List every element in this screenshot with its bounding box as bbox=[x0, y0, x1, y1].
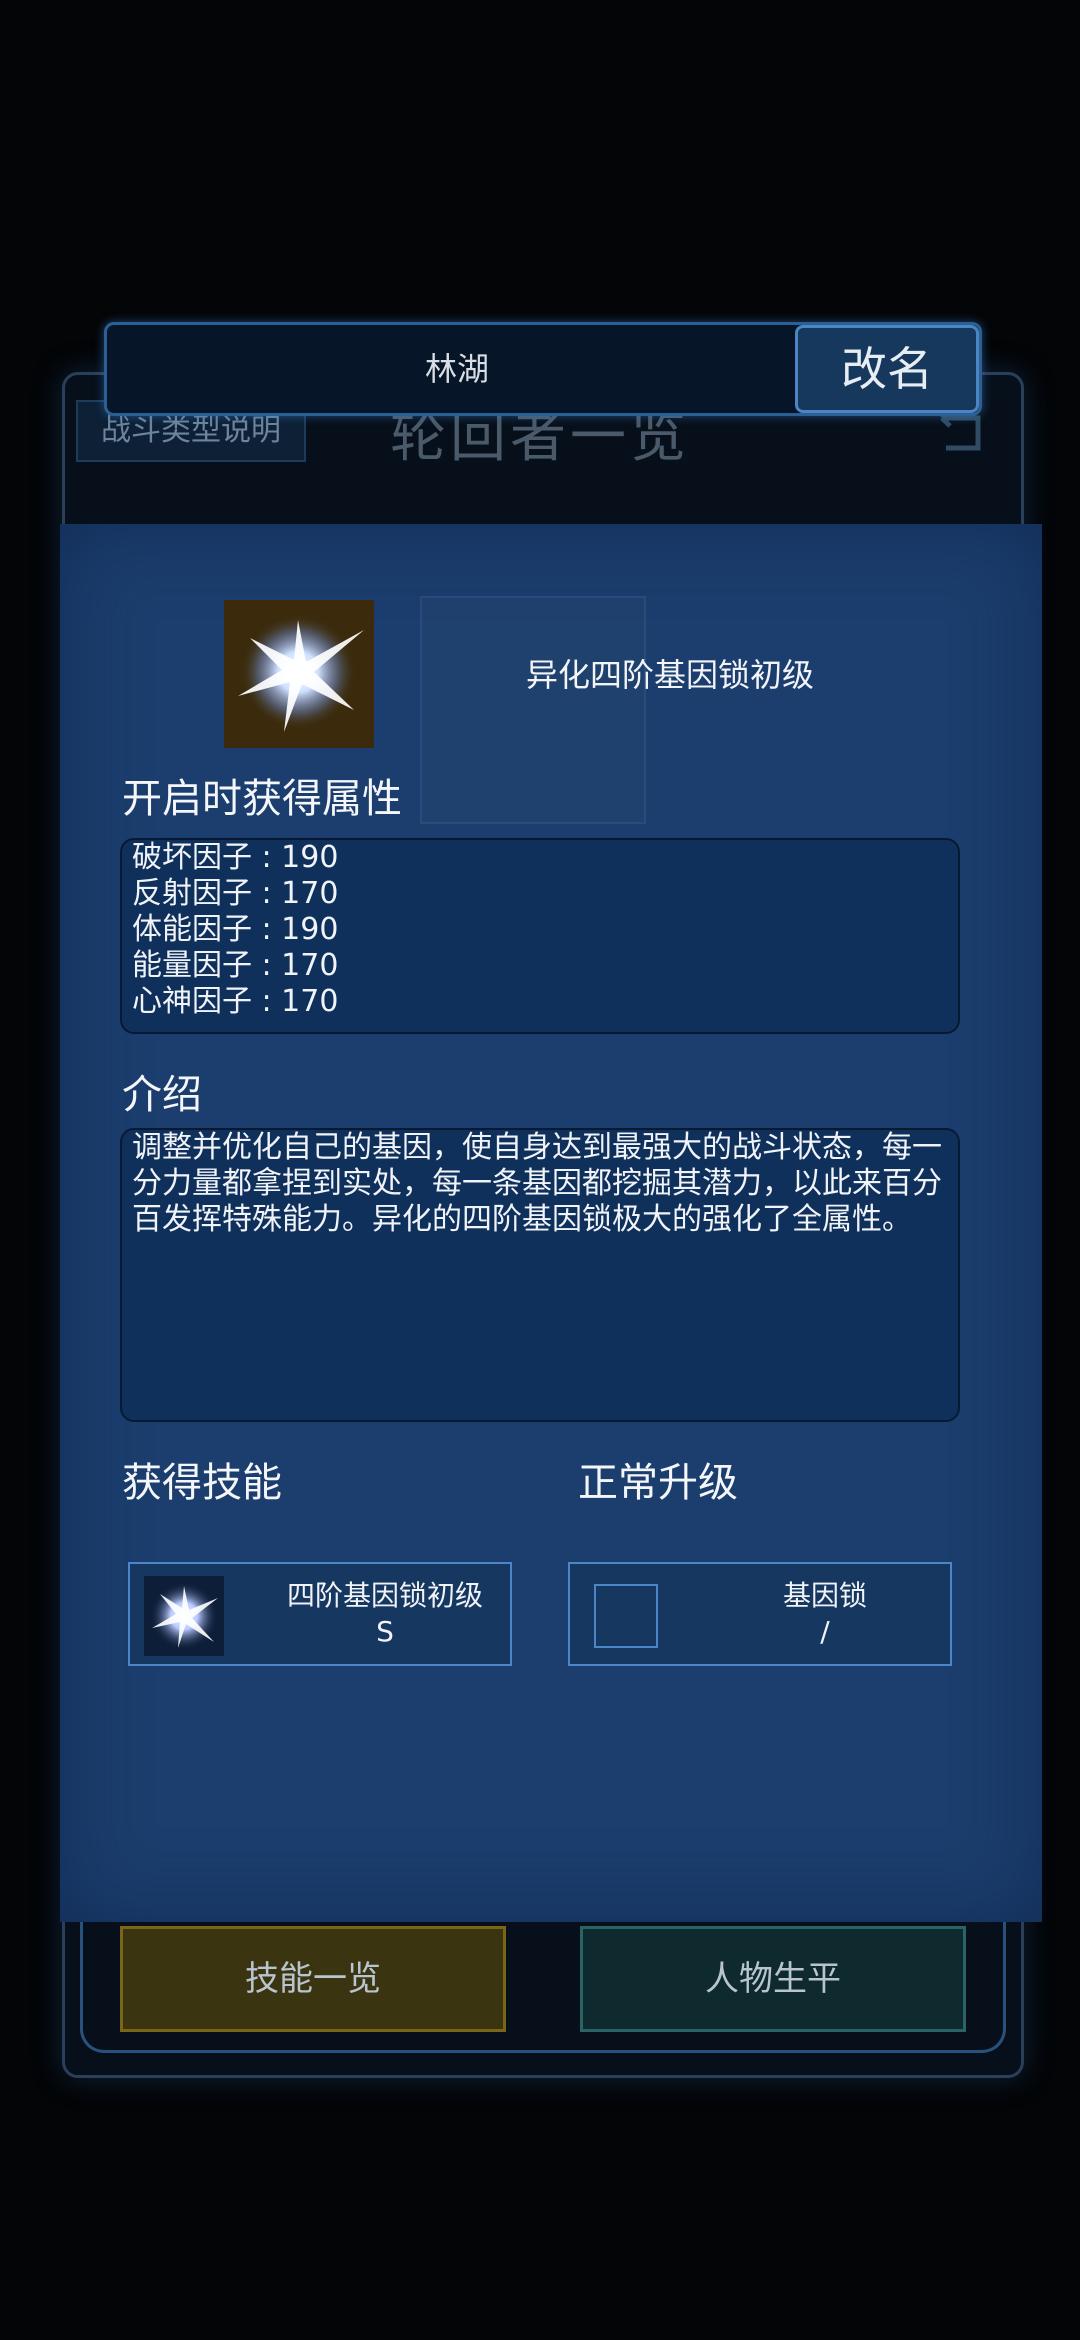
upgrade-name: 基因锁 bbox=[782, 1579, 867, 1612]
gained-skill-grade: S bbox=[376, 1615, 394, 1648]
name-bar: 林湖 改名 bbox=[104, 322, 982, 416]
skill-icon bbox=[144, 1576, 224, 1656]
character-name: 林湖 bbox=[424, 350, 489, 388]
gained-skill-name: 四阶基因锁初级 bbox=[286, 1579, 483, 1612]
attribute-line: 能量因子 : 170 bbox=[132, 948, 339, 983]
upgrade-grade: / bbox=[820, 1615, 830, 1648]
gain-skill-title: 获得技能 bbox=[122, 1460, 282, 1506]
item-icon bbox=[224, 600, 374, 748]
gained-skill-label: 四阶基因锁初级 S bbox=[270, 1578, 500, 1650]
intro-box: 调整并优化自己的基因，使自身达到最强大的战斗状态，每一分力量都拿捏到实处，每一条… bbox=[120, 1128, 960, 1422]
attribute-line: 体能因子 : 190 bbox=[132, 912, 339, 947]
upgrade-title: 正常升级 bbox=[578, 1460, 738, 1506]
attributes-title: 开启时获得属性 bbox=[122, 776, 402, 822]
intro-text: 调整并优化自己的基因，使自身达到最强大的战斗状态，每一分力量都拿捏到实处，每一条… bbox=[132, 1130, 942, 1237]
upgrade-slot[interactable]: 基因锁 / bbox=[568, 1562, 952, 1666]
attributes-box: 破坏因子 : 190 反射因子 : 170 体能因子 : 190 能量因子 : … bbox=[120, 838, 960, 1034]
biography-button[interactable]: 人物生平 bbox=[580, 1926, 966, 2032]
starburst-icon bbox=[150, 1582, 218, 1650]
empty-slot-icon bbox=[594, 1584, 658, 1648]
character-portrait bbox=[420, 596, 646, 824]
attribute-line: 破坏因子 : 190 bbox=[132, 840, 339, 875]
gained-skill-slot[interactable]: 四阶基因锁初级 S bbox=[128, 1562, 512, 1666]
rename-button[interactable]: 改名 bbox=[795, 325, 979, 413]
upgrade-label: 基因锁 / bbox=[710, 1578, 940, 1650]
attribute-line: 反射因子 : 170 bbox=[132, 876, 339, 911]
skills-overview-button[interactable]: 技能一览 bbox=[120, 1926, 506, 2032]
intro-title: 介绍 bbox=[122, 1072, 202, 1118]
item-name: 异化四阶基因锁初级 bbox=[525, 656, 814, 694]
starburst-icon bbox=[224, 600, 374, 748]
attribute-line: 心神因子 : 170 bbox=[132, 984, 339, 1019]
